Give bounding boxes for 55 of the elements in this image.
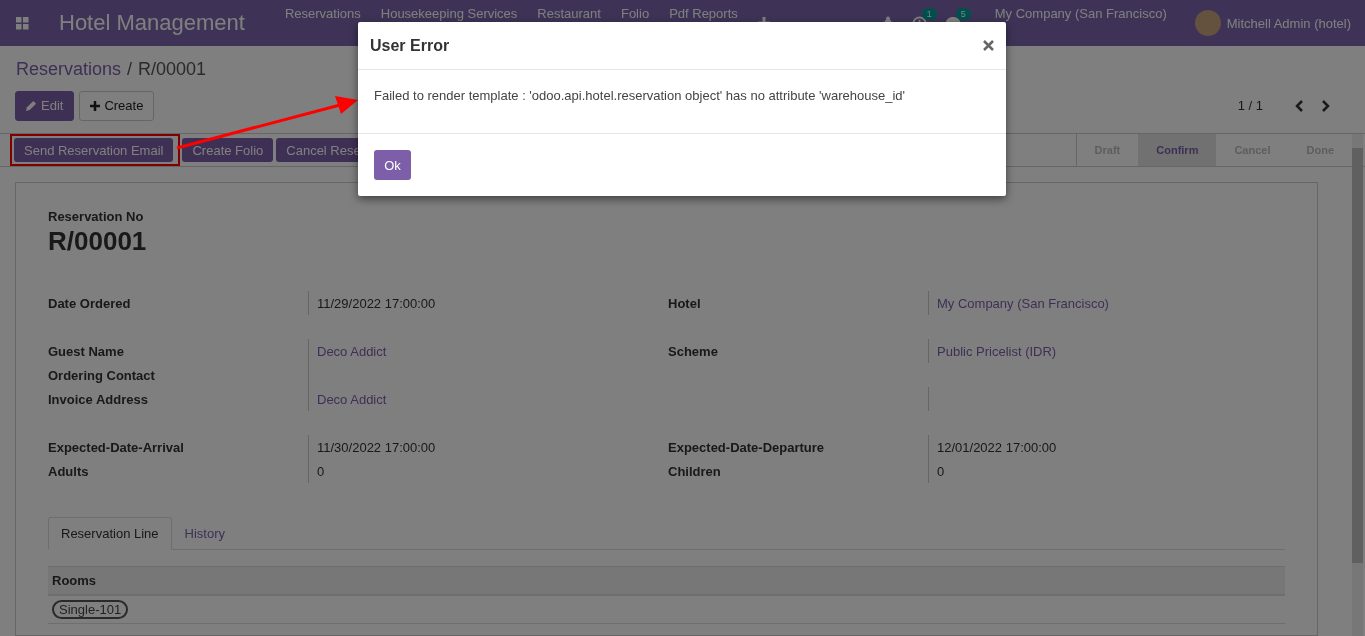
- field-label: Date Ordered: [48, 295, 132, 311]
- field-label: Children: [668, 463, 722, 479]
- menu-item[interactable]: Folio: [620, 6, 650, 21]
- app-title: Hotel Management: [59, 10, 245, 36]
- breadcrumb-link[interactable]: Reservations: [16, 59, 122, 80]
- menu-item[interactable]: Restaurant: [537, 6, 601, 21]
- dialog-title: User Error: [370, 36, 450, 55]
- field-label: Adults: [48, 463, 90, 479]
- menu-item[interactable]: Reservations: [284, 6, 361, 21]
- reservation-number: R/00001: [48, 226, 148, 257]
- field-value: 11/29/2022 17:00:00: [308, 291, 668, 315]
- previous-icon[interactable]: [1294, 99, 1304, 112]
- field-label: Guest Name: [48, 343, 125, 359]
- field-label: Reservation No: [48, 209, 145, 224]
- close-button[interactable]: [983, 40, 994, 51]
- field-label: Expected-Date-Arrival: [48, 439, 185, 455]
- ok-button[interactable]: Ok: [374, 150, 411, 180]
- pencil-icon: [26, 100, 37, 111]
- field-label: Hotel: [668, 295, 702, 311]
- message-count-badge: 5: [955, 8, 971, 20]
- breadcrumb-current: R/00001: [138, 59, 207, 80]
- menu-item[interactable]: Pdf Reports: [669, 6, 738, 21]
- user-avatar: [1194, 10, 1221, 36]
- field-label: Expected-Date-Departure: [668, 439, 826, 455]
- create-button[interactable]: Create: [79, 90, 155, 121]
- field-link[interactable]: Deco Addict: [308, 387, 668, 411]
- plus-icon: [90, 100, 101, 111]
- activity-count-badge: 1: [921, 7, 937, 20]
- header-button[interactable]: Send Reservation Email: [14, 138, 174, 162]
- scrollbar[interactable]: [1352, 134, 1363, 636]
- company-switcher[interactable]: My Company (San Francisco): [994, 6, 1167, 21]
- edit-button[interactable]: Edit: [15, 90, 75, 121]
- status-stage[interactable]: Confirm: [1138, 134, 1217, 166]
- menu-item[interactable]: Housekeeping Services: [380, 6, 518, 21]
- field-value: 0: [928, 459, 1285, 483]
- field-link[interactable]: Deco Addict: [308, 339, 668, 363]
- next-icon[interactable]: [1321, 99, 1331, 112]
- field-label: Scheme: [668, 343, 719, 359]
- pager-value[interactable]: 1 / 1: [1237, 98, 1263, 113]
- field-link[interactable]: Public Pricelist (IDR): [928, 339, 1285, 363]
- field-value: 0: [308, 459, 668, 483]
- tab[interactable]: History: [171, 517, 238, 550]
- column-header: Rooms: [48, 566, 1285, 596]
- apps-menu-icon[interactable]: [16, 16, 29, 30]
- field-value: 12/01/2022 17:00:00: [928, 435, 1285, 459]
- field-label: Invoice Address: [48, 391, 149, 407]
- field-link[interactable]: My Company (San Francisco): [928, 291, 1285, 315]
- tab[interactable]: Reservation Line: [48, 517, 172, 550]
- room-tag: Single-101: [52, 600, 129, 619]
- field-label: Ordering Contact: [48, 367, 156, 383]
- field-value: 11/30/2022 17:00:00: [308, 435, 668, 459]
- user-menu[interactable]: Mitchell Admin (hotel): [1226, 15, 1351, 31]
- error-message: Failed to render template : 'odoo.api.hotel.reservation object' has no attribute 'warehouse_id': [374, 88, 905, 103]
- breadcrumb-separator: /: [127, 59, 133, 80]
- header-button[interactable]: Create Folio: [182, 138, 274, 162]
